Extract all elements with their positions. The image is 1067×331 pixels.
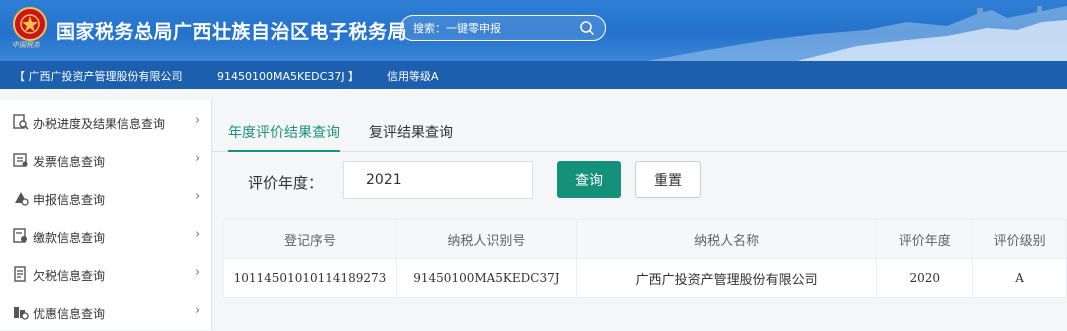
payment-icon	[13, 228, 27, 243]
chevron-right-icon: ›	[195, 113, 201, 128]
results-table: 登记序号 纳税人识别号 纳税人名称 评价年度 评价级别 101145010101…	[223, 219, 1067, 298]
sidebar: 办税进度及结果信息查询 › 发票信息查询 › 申报信息查询 › 缴款信息查询 ›…	[0, 100, 212, 330]
invoice-icon	[13, 153, 28, 167]
arrears-icon	[14, 266, 26, 282]
column-header: 纳税人识别号	[395, 219, 577, 259]
sidebar-item-label: 发票信息查询	[33, 155, 106, 169]
reset-button[interactable]: 重置	[635, 161, 701, 198]
sidebar-item-declaration-query[interactable]: 申报信息查询 ›	[0, 179, 212, 217]
column-header: 纳税人名称	[575, 219, 878, 259]
search-input[interactable]	[413, 19, 573, 37]
company-name: 【 广西广投资产管理股份有限公司	[14, 70, 183, 83]
tab-annual-evaluation[interactable]: 年度评价结果查询	[228, 122, 340, 152]
evaluation-level-cell: A	[972, 258, 1067, 298]
table-row: 10114501010114189273 91450100MA5KEDC37J …	[223, 258, 1067, 298]
taxpayer-id: 91450100MA5KEDC37J 】	[217, 70, 360, 83]
main-content: 年度评价结果查询 复评结果查询 评价年度： 查询 重置 登记序号 纳税人识别号 …	[212, 100, 1067, 330]
sidebar-item-label: 优惠信息查询	[33, 307, 106, 321]
search-icon[interactable]	[579, 20, 595, 36]
great-wall-background	[647, 6, 1067, 61]
chevron-right-icon: ›	[195, 151, 201, 166]
year-label: 评价年度：	[248, 174, 324, 192]
taxpayer-name-cell: 广西广投资产管理股份有限公司	[575, 258, 878, 298]
discount-icon	[14, 307, 29, 320]
chevron-right-icon: ›	[195, 303, 201, 318]
chevron-right-icon: ›	[195, 265, 201, 280]
sidebar-item-payment-query[interactable]: 缴款信息查询 ›	[0, 217, 212, 255]
taxpayer-id-cell: 91450100MA5KEDC37J	[395, 258, 577, 298]
sidebar-item-label: 申报信息查询	[33, 193, 106, 207]
sidebar-item-label: 缴款信息查询	[33, 231, 106, 245]
sidebar-item-discount-query[interactable]: 优惠信息查询 ›	[0, 293, 212, 331]
search-box[interactable]	[400, 15, 606, 41]
taxpayer-info-bar: 【 广西广投资产管理股份有限公司 91450100MA5KEDC37J 】 信用…	[0, 61, 1067, 89]
year-input[interactable]	[343, 161, 533, 199]
column-header: 评价级别	[972, 219, 1067, 259]
table-header-row: 登记序号 纳税人识别号 纳税人名称 评价年度 评价级别	[223, 219, 1067, 259]
site-title: 国家税务总局广西壮族自治区电子税务局	[56, 21, 408, 43]
sidebar-item-invoice-query[interactable]: 发票信息查询 ›	[0, 141, 212, 179]
sidebar-item-progress-query[interactable]: 办税进度及结果信息查询 ›	[0, 103, 212, 141]
emblem-text: 中国税务	[12, 41, 40, 49]
tab-bar: 年度评价结果查询 复评结果查询	[212, 112, 1067, 152]
column-header: 评价年度	[876, 219, 974, 259]
column-header: 登记序号	[223, 219, 397, 259]
header-banner: 中国税务 国家税务总局广西壮族自治区电子税务局	[0, 0, 1067, 61]
chevron-right-icon: ›	[195, 227, 201, 242]
tab-re-evaluation[interactable]: 复评结果查询	[369, 122, 453, 152]
spacer	[0, 89, 1067, 100]
credit-level: 信用等级A	[387, 70, 439, 83]
sidebar-item-label: 办税进度及结果信息查询	[33, 117, 166, 131]
query-button[interactable]: 查询	[557, 161, 621, 198]
sidebar-item-arrears-query[interactable]: 欠税信息查询 ›	[0, 255, 212, 293]
evaluation-year-cell: 2020	[876, 258, 974, 298]
search-doc-icon	[13, 114, 29, 130]
declaration-icon	[15, 192, 29, 206]
registration-number-cell: 10114501010114189273	[223, 258, 397, 298]
chevron-right-icon: ›	[195, 189, 201, 204]
sidebar-item-label: 欠税信息查询	[33, 269, 106, 283]
